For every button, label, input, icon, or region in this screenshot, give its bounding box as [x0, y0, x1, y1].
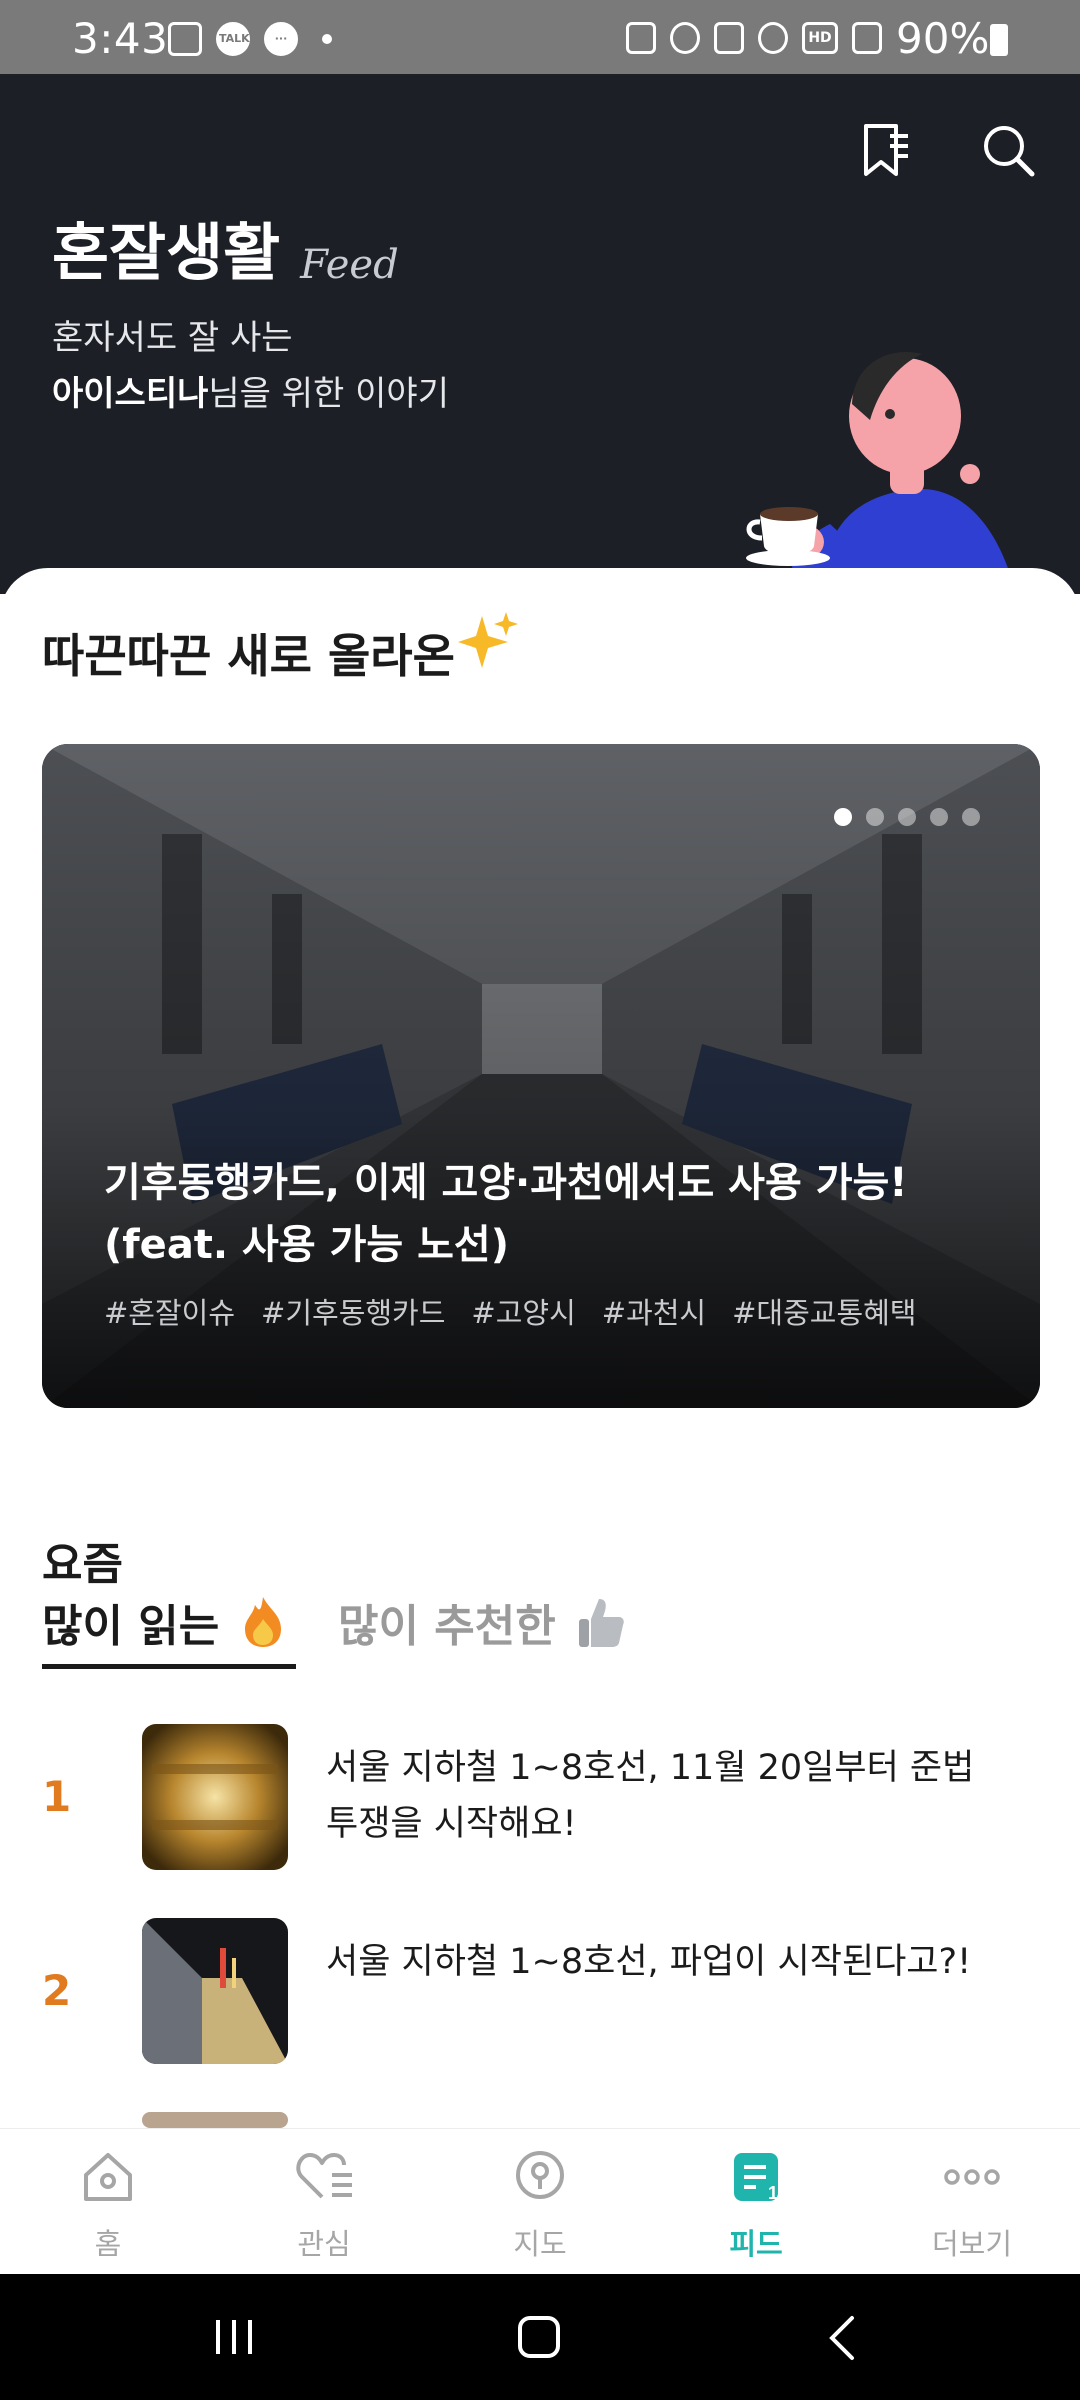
- tab-label: 많이 읽는: [42, 1601, 220, 1652]
- card-headline: 기후동행카드, 이제 고양·과천에서도 사용 가능! (feat. 사용 가능 …: [104, 1160, 908, 1268]
- status-right-icons: HD: [626, 22, 882, 54]
- header-desc-line2: 아이스티나님을 위한 이야기: [52, 366, 449, 415]
- status-left-icons: TALK ···: [168, 22, 332, 56]
- thumbnail-image: [142, 1724, 288, 1870]
- new-section-title: 따끈따끈 새로 올라온: [42, 629, 455, 683]
- popular-section-label: 요즘: [42, 1539, 123, 1590]
- image-icon: [168, 22, 202, 56]
- page-title: 혼잘생활: [52, 216, 281, 289]
- mute-icon: [714, 22, 744, 54]
- system-nav-buttons: [216, 2316, 854, 2360]
- carousel-dot[interactable]: [834, 808, 852, 826]
- card-tag[interactable]: #혼잘이슈: [104, 1290, 235, 1332]
- article-thumbnail: [142, 1918, 288, 2064]
- rank-number: 1: [42, 1772, 72, 1821]
- mascot-illustration: [746, 352, 1015, 594]
- system-nav-bar: [0, 2274, 1080, 2400]
- nav-item-feed[interactable]: 1 피드: [648, 2129, 864, 2274]
- card-tag[interactable]: #기후동행카드: [261, 1290, 445, 1332]
- search-icon[interactable]: [978, 120, 1038, 180]
- header-desc-suffix: 님을 위한 이야기: [208, 374, 449, 414]
- carousel-dot[interactable]: [930, 808, 948, 826]
- nav-label: 지도: [513, 2227, 567, 2261]
- nav-item-interest[interactable]: 관심: [216, 2129, 432, 2274]
- map-pin-icon: [516, 2151, 564, 2199]
- article-thumbnail: [142, 2112, 288, 2128]
- hd-icon: HD: [802, 22, 838, 54]
- carousel-dot[interactable]: [898, 808, 916, 826]
- nav-label: 홈: [94, 2227, 122, 2261]
- tab-most-read[interactable]: 많이 읽는: [42, 1590, 285, 1654]
- page-subtitle: Feed: [300, 242, 399, 288]
- article-title: 서울 지하철 1~8호선, 11월 20일부터 준법투쟁을 시작해요!: [326, 1748, 975, 1844]
- article-title: 서울 지하철 1~8호선, 파업이 시작된다고?!: [326, 1942, 972, 1982]
- featured-article-card[interactable]: 기후동행카드, 이제 고양·과천에서도 사용 가능! (feat. 사용 가능 …: [42, 744, 1040, 1408]
- battery-icon: [990, 24, 1008, 56]
- battery-saver-icon: [626, 22, 656, 54]
- bookmark-list-icon[interactable]: [856, 120, 916, 180]
- status-bar: 3:43 TALK ··· HD 90%: [0, 0, 1080, 74]
- sparkles-icon: [458, 612, 518, 668]
- carousel-dot[interactable]: [962, 808, 980, 826]
- home-icon: [84, 2153, 132, 2201]
- notification-dot-icon: [322, 34, 332, 44]
- list-item[interactable]: 1 서울 지하철 1~8호선, 11월 20일부터 준법투쟁을 시작해요!: [0, 1724, 1080, 1874]
- tab-label: 많이 추천한: [338, 1601, 556, 1652]
- nav-item-more[interactable]: 더보기: [864, 2129, 1080, 2274]
- recent-apps-icon[interactable]: [216, 2320, 252, 2354]
- nav-label: 관심: [297, 2227, 351, 2261]
- nav-item-map[interactable]: 지도: [432, 2129, 648, 2274]
- user-name: 아이스티나: [52, 374, 209, 414]
- home-system-icon[interactable]: [518, 2316, 560, 2358]
- nav-label: 더보기: [931, 2227, 1013, 2261]
- card-tag[interactable]: #과천시: [602, 1290, 706, 1332]
- battery-percent: 90%: [896, 14, 990, 63]
- card-tags: #혼잘이슈 #기후동행카드 #고양시 #과천시 #대중교통혜택: [104, 1290, 917, 1332]
- app-screen: 3:43 TALK ··· HD 90% 혼잘생활 Feed 혼자서도 잘 사는…: [0, 0, 1080, 2400]
- title-wrap: 혼잘생활 Feed: [52, 202, 399, 292]
- nav-label: 피드: [729, 2227, 783, 2261]
- back-icon[interactable]: [829, 2316, 854, 2360]
- more-icon: [944, 2169, 1000, 2185]
- heart-list-icon: [296, 2153, 352, 2199]
- feed-icon: 1: [734, 2153, 778, 2203]
- fire-icon: [244, 1597, 281, 1647]
- header-desc-line1: 혼자서도 잘 사는: [52, 318, 293, 358]
- active-tab-underline: [42, 1664, 296, 1669]
- talk-icon: TALK: [216, 22, 250, 56]
- rank-number: 2: [42, 1966, 72, 2015]
- tab-most-recommended[interactable]: 많이 추천한: [338, 1590, 627, 1654]
- article-thumbnail: [142, 1724, 288, 1870]
- carousel-dot[interactable]: [866, 808, 884, 826]
- bottom-nav: 홈 관심 지도 1 피드 더보기: [0, 2128, 1080, 2274]
- carousel-indicator: [834, 808, 980, 826]
- wifi-icon: [758, 22, 788, 54]
- alarm-icon: [670, 22, 700, 54]
- thumbs-up-icon: [579, 1599, 624, 1647]
- thumbnail-image: [142, 1918, 288, 2064]
- feed-header: 혼잘생활 Feed 혼자서도 잘 사는 아이스티나님을 위한 이야기: [0, 74, 1080, 594]
- content-sheet: 따끈따끈 새로 올라온 기후동행카드, 이제 고양·과천에서도 사용 가능! (…: [0, 568, 1080, 2128]
- message-icon: ···: [264, 22, 298, 56]
- signal-icon: [852, 22, 882, 54]
- card-tag[interactable]: #대중교통혜택: [732, 1290, 916, 1332]
- nav-item-home[interactable]: 홈: [0, 2129, 216, 2274]
- status-time: 3:43: [72, 14, 169, 63]
- card-tag[interactable]: #고양시: [471, 1290, 575, 1332]
- feed-badge: 1: [768, 2183, 778, 2203]
- list-item[interactable]: 2 서울 지하철 1~8호선, 파업이 시작된다고?!: [0, 1918, 1080, 2068]
